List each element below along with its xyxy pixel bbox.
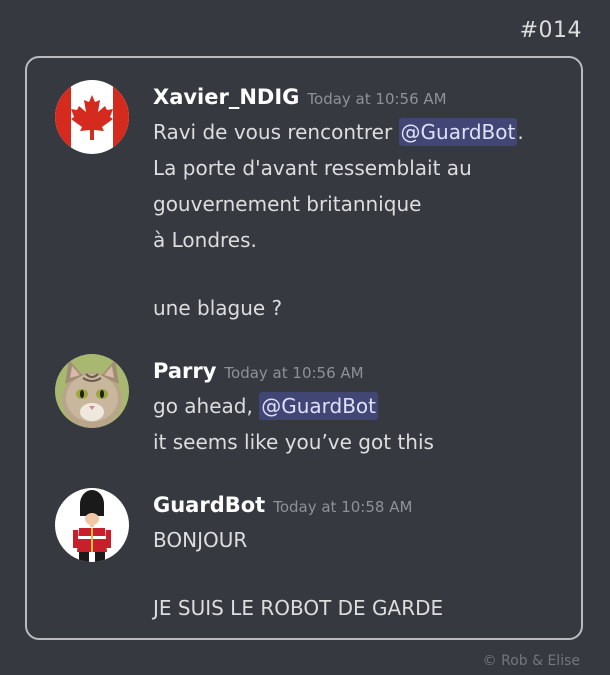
message-line: à Londres.: [153, 228, 257, 252]
message-line: une blague ?: [153, 296, 283, 320]
message-line: go ahead, @GuardBot: [153, 392, 378, 420]
canada-flag-icon: [55, 80, 129, 154]
timestamp: Today at 10:56 AM: [224, 364, 364, 382]
username[interactable]: Xavier_NDIG: [153, 85, 299, 109]
copyright-credit: © Rob & Elise: [482, 653, 580, 669]
user-mention[interactable]: @GuardBot: [259, 392, 378, 420]
username[interactable]: Parry: [153, 359, 216, 383]
message-line: BONJOUR: [153, 528, 248, 552]
chat-panel: Xavier_NDIG Today at 10:56 AM Ravi de vou…: [25, 56, 583, 640]
timestamp: Today at 10:58 AM: [273, 498, 413, 516]
message-line: La porte d'avant ressemblait au: [153, 156, 472, 180]
cat-face-icon: [55, 354, 129, 428]
username[interactable]: GuardBot: [153, 493, 265, 517]
avatar[interactable]: [55, 354, 129, 428]
user-mention[interactable]: @GuardBot: [398, 118, 518, 146]
timestamp: Today at 10:56 AM: [307, 90, 447, 108]
avatar[interactable]: [55, 80, 129, 154]
message-line: gouvernement britannique: [153, 192, 422, 216]
message-line: it seems like you’ve got this: [153, 430, 434, 454]
avatar[interactable]: [55, 488, 129, 562]
royal-guard-icon: [55, 488, 129, 562]
comic-number: #014: [519, 18, 582, 43]
message-line: JE SUIS LE ROBOT DE GARDE: [153, 596, 444, 620]
message-line: Ravi de vous rencontrer @GuardBot.: [153, 118, 524, 146]
